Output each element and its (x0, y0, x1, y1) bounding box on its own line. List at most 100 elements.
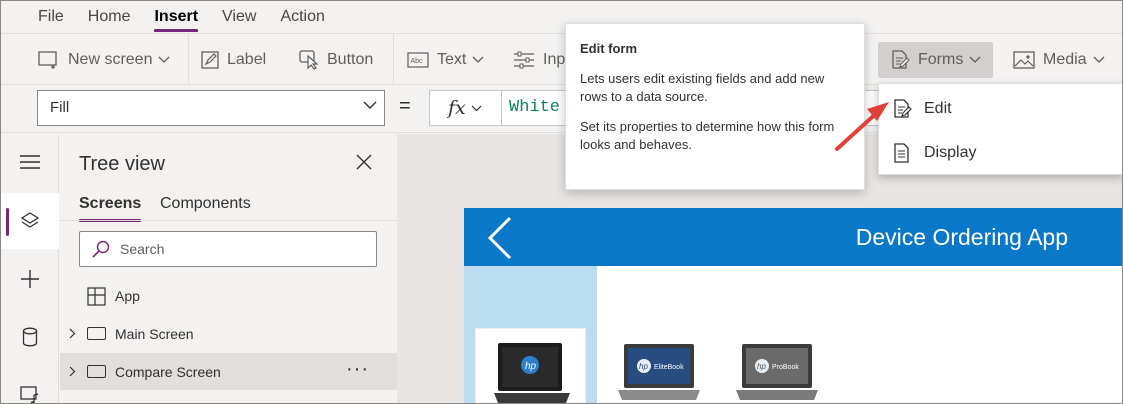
app-header: Device Ordering App (464, 208, 1122, 266)
annotation-arrow-icon (835, 102, 889, 151)
search-input[interactable]: Search (79, 231, 377, 267)
menu-file[interactable]: File (38, 1, 64, 33)
tree-item-app[interactable]: App (60, 277, 397, 314)
media-rail-button[interactable] (1, 367, 59, 403)
forms-icon (892, 50, 910, 69)
chevron-down-icon (363, 101, 377, 109)
label-button-label: Label (227, 51, 267, 68)
ribbon-divider (393, 34, 394, 84)
ribbon: New screen Label Button Abc Text Inp For… (1, 33, 1122, 84)
insert-rail-button[interactable] (1, 251, 59, 307)
app-preview[interactable]: Device Ordering App hp hp EliteBook hp Pro… (464, 208, 1122, 403)
media-image-icon (1013, 51, 1035, 69)
chevron-down-icon (969, 56, 981, 63)
forms-dropdown-menu: Edit Display (878, 83, 1122, 175)
menu-view[interactable]: View (222, 1, 256, 33)
new-screen-button[interactable]: New screen (38, 42, 170, 78)
text-button[interactable]: Abc Text (407, 42, 484, 78)
edit-form-icon (894, 99, 912, 118)
app-icon (87, 287, 106, 306)
media-button-label: Media (1043, 51, 1087, 68)
button-button[interactable]: Button (299, 42, 373, 78)
new-screen-icon (38, 51, 57, 69)
tooltip-description: Lets users edit existing fields and add … (580, 71, 825, 104)
screen-label: Compare Screen (115, 364, 221, 380)
tab-divider (60, 220, 397, 221)
plus-icon (21, 270, 39, 288)
laptop-image: hp (494, 343, 570, 403)
media-button[interactable]: Media (1013, 42, 1105, 78)
chevron-down-icon (1093, 56, 1105, 63)
screen-label: Main Screen (115, 326, 194, 342)
product-thumbnail[interactable]: hp (475, 328, 586, 403)
close-button[interactable] (356, 154, 372, 175)
chevron-down-icon (159, 56, 170, 63)
menu-item-display-form[interactable]: Display (879, 131, 1122, 175)
text-abc-icon: Abc (407, 52, 429, 68)
more-options-icon[interactable]: ··· (346, 358, 369, 381)
ribbon-divider (188, 34, 189, 84)
chevron-right-icon (69, 328, 76, 339)
forms-button[interactable]: Forms (878, 42, 994, 78)
menu-insert[interactable]: Insert (154, 1, 198, 33)
svg-text:hp: hp (525, 361, 537, 372)
edit-form-tooltip: Edit form Lets users edit existing field… (565, 23, 865, 190)
new-screen-label: New screen (68, 51, 153, 68)
menu-home[interactable]: Home (88, 1, 131, 33)
menu-item-label: Display (924, 144, 977, 161)
app-label: App (115, 288, 140, 304)
input-sliders-icon (514, 51, 534, 69)
button-cursor-icon (299, 50, 319, 70)
svg-text:hp: hp (757, 362, 766, 371)
button-button-label: Button (327, 51, 374, 68)
hamburger-icon (20, 155, 40, 169)
menu-item-label: Edit (924, 100, 952, 117)
function-button[interactable]: fx (429, 90, 501, 126)
forms-button-label: Forms (918, 51, 964, 68)
equals-sign: = (399, 95, 411, 117)
tree-view-pane: Tree view Screens Components Search App … (60, 134, 397, 403)
back-arrow-icon[interactable] (486, 214, 516, 262)
app-title: Device Ordering App (855, 224, 1068, 250)
chevron-down-icon (472, 56, 484, 63)
tree-item-main-screen[interactable]: Main Screen (60, 315, 397, 352)
laptop-image: hp EliteBook (618, 344, 700, 400)
power-apps-studio: File Home Insert View Action New screen … (0, 0, 1123, 404)
left-rail (1, 134, 59, 403)
menu-bar: File Home Insert View Action (1, 1, 1122, 33)
hamburger-menu-button[interactable] (1, 134, 59, 190)
property-dropdown[interactable]: Fill (37, 90, 385, 126)
screen-icon (87, 327, 106, 340)
tree-view-title: Tree view (79, 153, 165, 175)
tree-item-compare-screen[interactable]: Compare Screen ··· (60, 353, 397, 390)
input-button-label: Inp (543, 51, 566, 68)
fx-icon: fx (448, 97, 466, 119)
svg-text:Abc: Abc (411, 58, 424, 65)
svg-text:hp: hp (639, 362, 648, 371)
laptop-image: hp ProBook (736, 344, 818, 400)
chevron-down-icon (471, 105, 482, 111)
menu-item-edit-form[interactable]: Edit (879, 87, 1122, 131)
tree-view-rail-button[interactable] (1, 193, 59, 249)
screen-icon (87, 365, 106, 378)
search-icon (92, 240, 110, 258)
text-button-label: Text (437, 51, 467, 68)
database-icon (22, 327, 38, 347)
media-rail-icon (20, 386, 39, 403)
display-form-icon (894, 143, 909, 163)
close-icon (356, 154, 372, 170)
svg-text:ProBook: ProBook (772, 364, 799, 371)
input-button[interactable]: Inp (513, 42, 565, 78)
tooltip-title: Edit form (580, 41, 638, 56)
layers-icon (20, 212, 40, 228)
tab-components[interactable]: Components (160, 195, 251, 213)
menu-action[interactable]: Action (280, 1, 324, 33)
data-rail-button[interactable] (1, 309, 59, 365)
property-value: Fill (50, 99, 70, 116)
chevron-right-icon (69, 366, 76, 377)
tab-screens[interactable]: Screens (79, 195, 142, 222)
label-pencil-icon (201, 51, 219, 69)
search-placeholder: Search (120, 241, 165, 257)
label-button[interactable]: Label (201, 42, 266, 78)
svg-text:EliteBook: EliteBook (654, 364, 684, 371)
